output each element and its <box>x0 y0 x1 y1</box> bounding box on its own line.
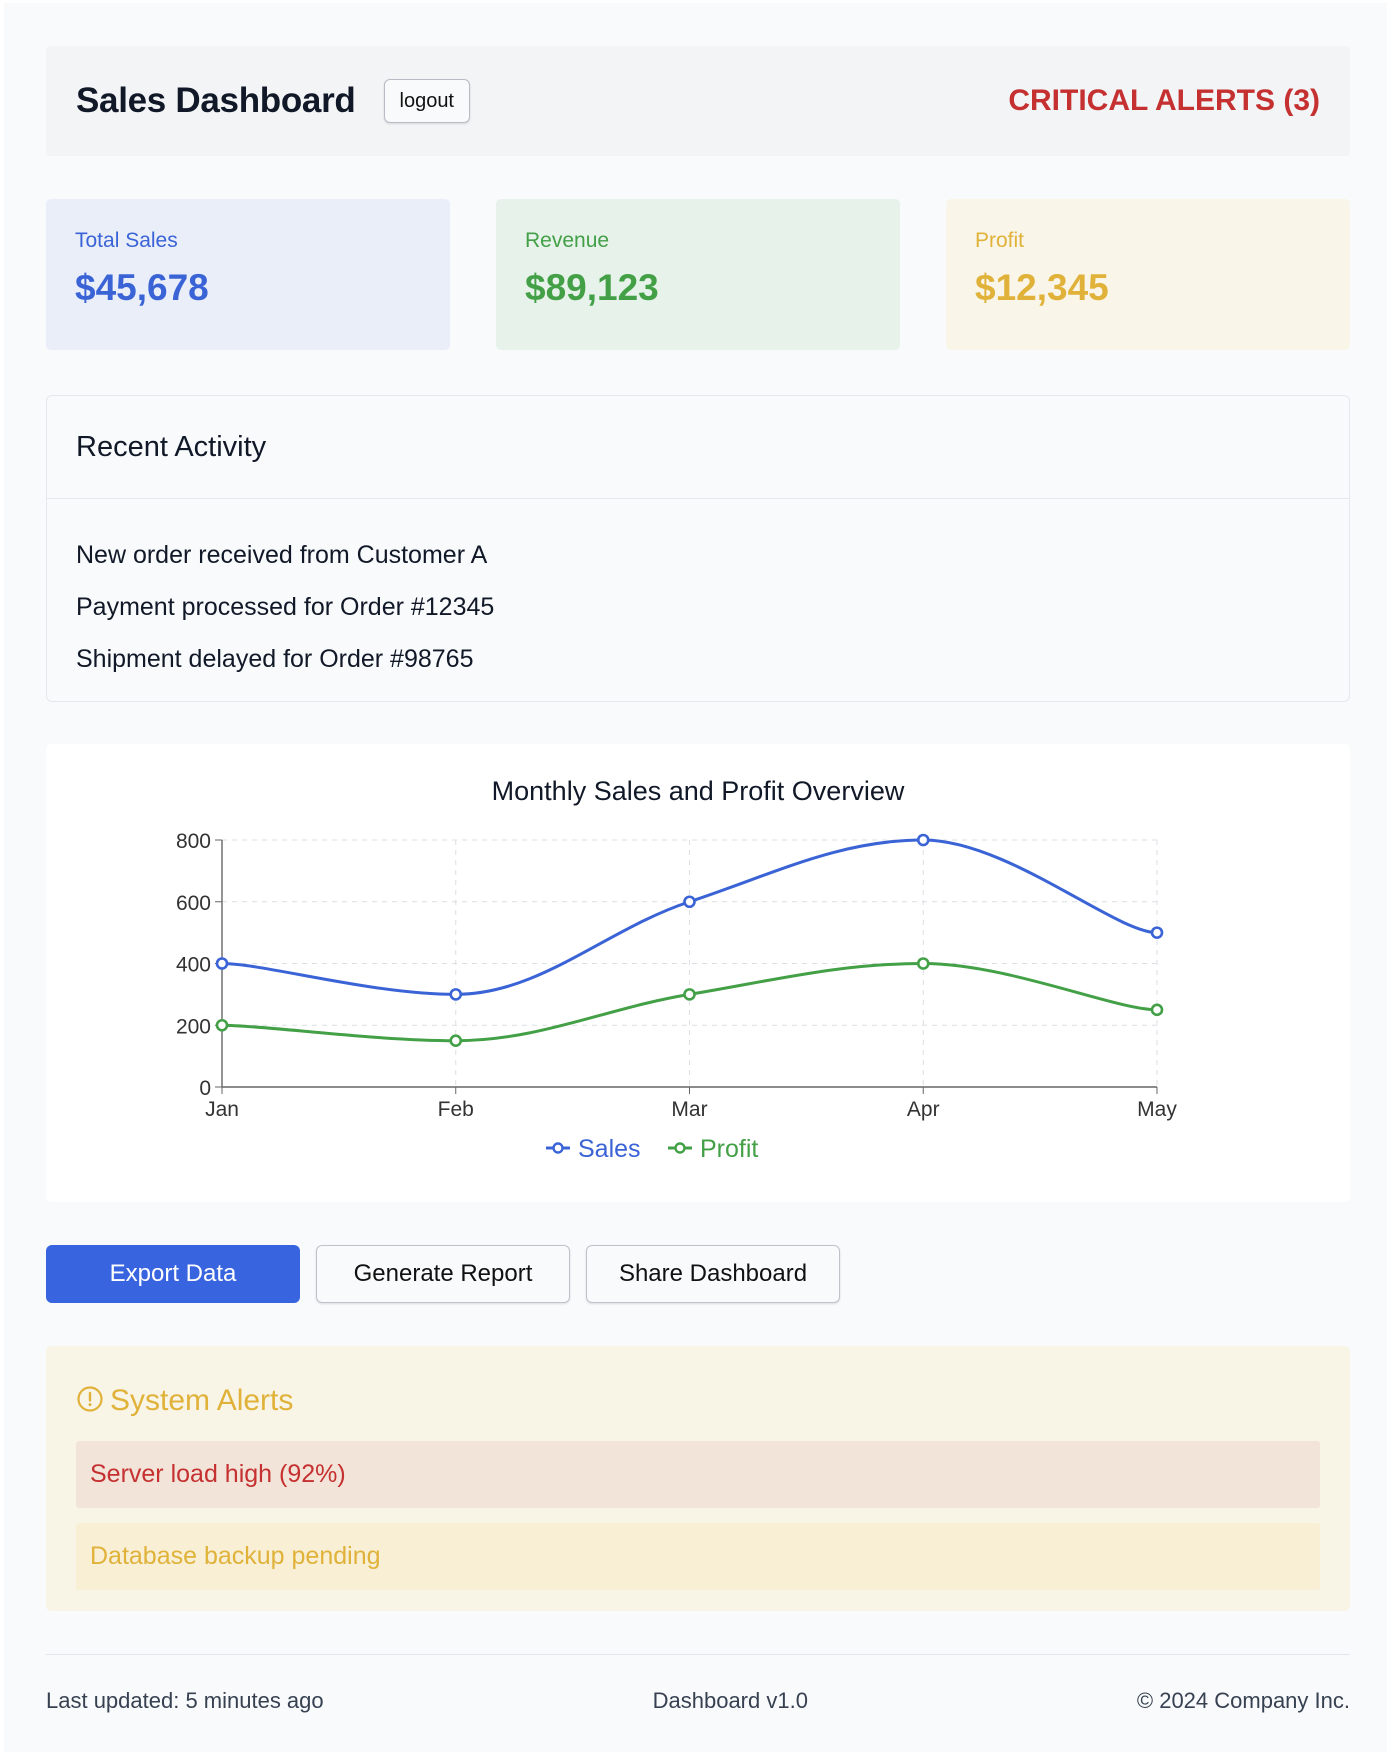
profit-point <box>1150 1003 1164 1017</box>
action-buttons: Export Data Generate Report Share Dashbo… <box>46 1245 840 1303</box>
share-dashboard-button[interactable]: Share Dashboard <box>586 1245 840 1303</box>
profit-point <box>683 988 696 1001</box>
x-tick-label: Feb <box>438 1098 474 1121</box>
legend-marker-icon <box>674 1142 686 1154</box>
y-tick-label: 0 <box>199 1077 211 1100</box>
footer: Last updated: 5 minutes ago Dashboard v1… <box>46 1685 1350 1717</box>
x-tick-label: Jan <box>205 1098 239 1121</box>
stat-value: $89,123 <box>525 267 659 308</box>
sales-profit-chart: Monthly Sales and Profit Overview 0 200 40… <box>46 744 1350 1202</box>
x-tick-label: Apr <box>907 1098 940 1121</box>
stat-value: $45,678 <box>75 267 209 308</box>
stat-label: Profit <box>975 229 1025 252</box>
y-tick-label: 600 <box>176 892 211 915</box>
activity-item: Shipment delayed for Order #98765 <box>76 645 474 673</box>
page-title: Sales Dashboard <box>76 81 356 120</box>
activity-list: New order received from Customer A Payme… <box>47 499 1349 685</box>
export-data-button[interactable]: Export Data <box>46 1245 300 1303</box>
legend-item-profit[interactable]: Profit <box>668 1135 758 1163</box>
chart-legend[interactable]: Sales Profit <box>546 1135 758 1163</box>
system-alerts-header: System Alerts <box>76 1379 1320 1423</box>
y-tick-label: 200 <box>176 1015 211 1038</box>
chart-axes: 0 200 400 600 800 Jan Feb Mar Apr May <box>176 830 1177 1121</box>
profit-point <box>215 1018 229 1032</box>
system-alerts-title: System Alerts <box>110 1384 294 1417</box>
system-alerts-panel: System Alerts Server load high (92%) Dat… <box>46 1346 1350 1611</box>
sales-point <box>215 957 229 970</box>
y-tick-label: 800 <box>176 830 211 853</box>
stat-card-revenue: Revenue $89,123 <box>496 199 900 350</box>
stat-value: $12,345 <box>975 267 1109 308</box>
activity-item: Payment processed for Order #12345 <box>76 593 495 621</box>
sales-point <box>916 833 930 847</box>
logout-button[interactable]: logout <box>383 79 470 123</box>
legend-item-sales[interactable]: Sales <box>546 1135 641 1163</box>
last-updated: Last updated: 5 minutes ago <box>46 1688 324 1713</box>
stat-label: Revenue <box>525 229 610 252</box>
stat-label: Total Sales <box>75 229 178 252</box>
profit-point <box>449 1034 463 1047</box>
chart-svg: Monthly Sales and Profit Overview 0 200 40… <box>176 776 1177 1163</box>
stat-card-total-sales: Total Sales $45,678 <box>46 199 450 350</box>
recent-activity-title: Recent Activity <box>76 430 267 463</box>
legend-label: Profit <box>700 1135 758 1163</box>
page: Sales Dashboard logout CRITICAL ALERTS (… <box>4 3 1387 1752</box>
copyright: © 2024 Company Inc. <box>1136 1688 1350 1713</box>
sales-point <box>1150 926 1164 939</box>
sales-point <box>683 895 696 909</box>
alert-item-danger: Server load high (92%) <box>76 1441 1320 1508</box>
x-tick-label: Mar <box>671 1098 707 1121</box>
stat-cards: Total Sales $45,678 Revenue $89,123 Prof… <box>46 199 1350 350</box>
alert-item-warning: Database backup pending <box>76 1523 1320 1590</box>
y-tick-label: 400 <box>176 954 211 977</box>
critical-alerts-link[interactable]: CRITICAL ALERTS (3) <box>1008 84 1320 118</box>
header: Sales Dashboard logout CRITICAL ALERTS (… <box>46 46 1350 156</box>
chart-title: Monthly Sales and Profit Overview <box>492 776 905 806</box>
version-label: Dashboard v1.0 <box>652 1688 808 1713</box>
chart-grid <box>222 839 1158 1087</box>
x-tick-label: May <box>1137 1098 1177 1121</box>
stat-card-profit: Profit $12,345 <box>946 199 1350 350</box>
sales-point <box>449 988 463 1001</box>
legend-marker-icon <box>552 1142 564 1154</box>
legend-label: Sales <box>578 1135 641 1163</box>
profit-point <box>916 957 930 970</box>
recent-activity-panel: Recent Activity New order received from … <box>46 395 1350 702</box>
generate-report-button[interactable]: Generate Report <box>316 1245 570 1303</box>
activity-item: New order received from Customer A <box>76 541 488 569</box>
footer-divider <box>46 1654 1350 1655</box>
recent-activity-header: Recent Activity <box>47 396 1349 499</box>
alert-circle-icon <box>76 1385 104 1418</box>
